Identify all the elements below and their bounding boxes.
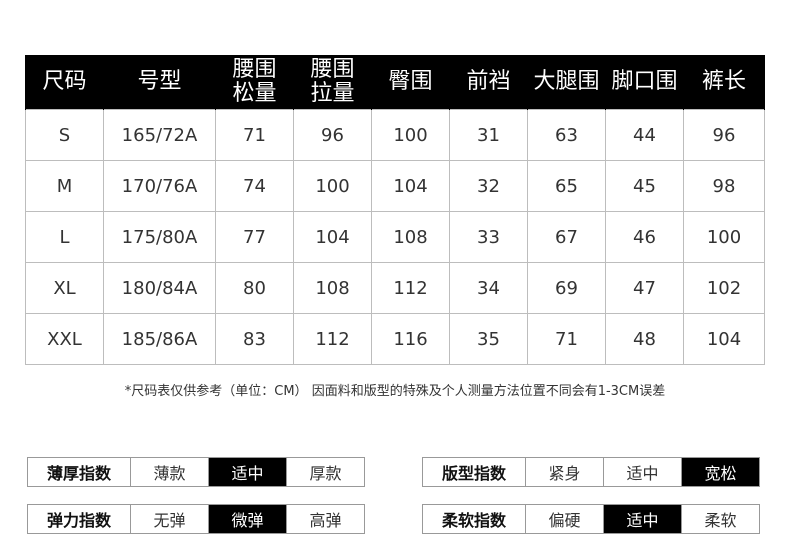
rating-fit: 版型指数 紧身 适中 宽松 [422, 457, 760, 487]
rating-option: 无弹 [130, 505, 208, 533]
measurement-cell: 44 [605, 109, 684, 161]
measurement-cell: 35 [449, 313, 528, 365]
measurement-cell: 112 [293, 313, 372, 365]
rating-option: 适中 [208, 458, 286, 486]
measurement-cell: 71 [527, 313, 606, 365]
rating-option: 高弹 [286, 505, 364, 533]
header-cell: 尺码 [25, 55, 104, 110]
measurement-cell: 80 [215, 262, 294, 314]
rating-option: 适中 [603, 505, 681, 533]
rating-option: 紧身 [525, 458, 603, 486]
rating-elasticity: 弹力指数 无弹 微弹 高弹 [27, 504, 365, 534]
measurement-cell: 32 [449, 160, 528, 212]
measurement-cell: 33 [449, 211, 528, 263]
measurement-cell: 96 [293, 109, 372, 161]
measurement-cell: 74 [215, 160, 294, 212]
size-chart-table: 尺码 号型 腰围 松量 腰围 拉量 臀围 前裆 大腿围 脚口围 裤长 S 165/72A 71 96 1… [25, 55, 765, 365]
header-cell: 脚口围 [605, 55, 684, 110]
measurement-cell: 180/84A [103, 262, 216, 314]
size-cell: L [25, 211, 104, 263]
measurement-cell: 112 [371, 262, 450, 314]
size-cell: M [25, 160, 104, 212]
size-cell: XXL [25, 313, 104, 365]
header-cell: 臀围 [371, 55, 450, 110]
measurement-cell: 175/80A [103, 211, 216, 263]
measurement-cell: 77 [215, 211, 294, 263]
table-row: L 175/80A 77 104 108 33 67 46 100 [25, 211, 765, 263]
header-cell: 腰围 拉量 [293, 55, 372, 110]
measurement-cell: 100 [293, 160, 372, 212]
measurement-cell: 108 [371, 211, 450, 263]
table-row: M 170/76A 74 100 104 32 65 45 98 [25, 160, 765, 212]
measurement-cell: 185/86A [103, 313, 216, 365]
header-cell: 号型 [103, 55, 216, 110]
measurement-cell: 100 [371, 109, 450, 161]
rating-label: 版型指数 [441, 464, 506, 483]
measurement-cell: 116 [371, 313, 450, 365]
size-cell: S [25, 109, 104, 161]
measurement-cell: 170/76A [103, 160, 216, 212]
measurement-cell: 71 [215, 109, 294, 161]
rating-label: 薄厚指数 [46, 464, 111, 483]
measurement-cell: 67 [527, 211, 606, 263]
rating-option: 厚款 [286, 458, 364, 486]
rating-option: 薄款 [130, 458, 208, 486]
measurement-cell: 83 [215, 313, 294, 365]
measurement-cell: 69 [527, 262, 606, 314]
rating-option: 适中 [603, 458, 681, 486]
rating-option: 柔软 [681, 505, 759, 533]
table-row: XXL 185/86A 83 112 116 35 71 48 104 [25, 313, 765, 365]
size-cell: XL [25, 262, 104, 314]
measurement-cell: 108 [293, 262, 372, 314]
table-row: XL 180/84A 80 108 112 34 69 47 102 [25, 262, 765, 314]
measurement-cell: 47 [605, 262, 684, 314]
rating-softness: 柔软指数 偏硬 适中 柔软 [422, 504, 760, 534]
header-cell: 大腿围 [527, 55, 606, 110]
measurement-cell: 63 [527, 109, 606, 161]
rating-option: 微弹 [208, 505, 286, 533]
table-body: S 165/72A 71 96 100 31 63 44 96 M 170/76A 74 100 104 3… [25, 109, 765, 365]
measurement-cell: 104 [371, 160, 450, 212]
header-cell: 前裆 [449, 55, 528, 110]
measurement-cell: 96 [683, 109, 765, 161]
table-row: S 165/72A 71 96 100 31 63 44 96 [25, 109, 765, 161]
rating-thickness: 薄厚指数 薄款 适中 厚款 [27, 457, 365, 487]
measurement-cell: 46 [605, 211, 684, 263]
header-cell: 裤长 [683, 55, 765, 110]
measurement-cell: 65 [527, 160, 606, 212]
measurement-cell: 104 [683, 313, 765, 365]
rating-label: 柔软指数 [441, 511, 506, 530]
measurement-cell: 34 [449, 262, 528, 314]
measurement-cell: 98 [683, 160, 765, 212]
measurement-cell: 104 [293, 211, 372, 263]
measurement-cell: 48 [605, 313, 684, 365]
measurement-cell: 100 [683, 211, 765, 263]
measurement-cell: 45 [605, 160, 684, 212]
measurement-cell: 102 [683, 262, 765, 314]
rating-label: 弹力指数 [46, 511, 111, 530]
size-note: *尺码表仅供参考（单位：CM） 因面料和版型的特殊及个人测量方法位置不同会有1-… [124, 384, 666, 399]
rating-option: 宽松 [681, 458, 759, 486]
measurement-cell: 31 [449, 109, 528, 161]
rating-option: 偏硬 [525, 505, 603, 533]
table-header-row: 尺码 号型 腰围 松量 腰围 拉量 臀围 前裆 大腿围 脚口围 裤长 [25, 55, 765, 110]
measurement-cell: 165/72A [103, 109, 216, 161]
header-cell: 腰围 松量 [215, 55, 294, 110]
